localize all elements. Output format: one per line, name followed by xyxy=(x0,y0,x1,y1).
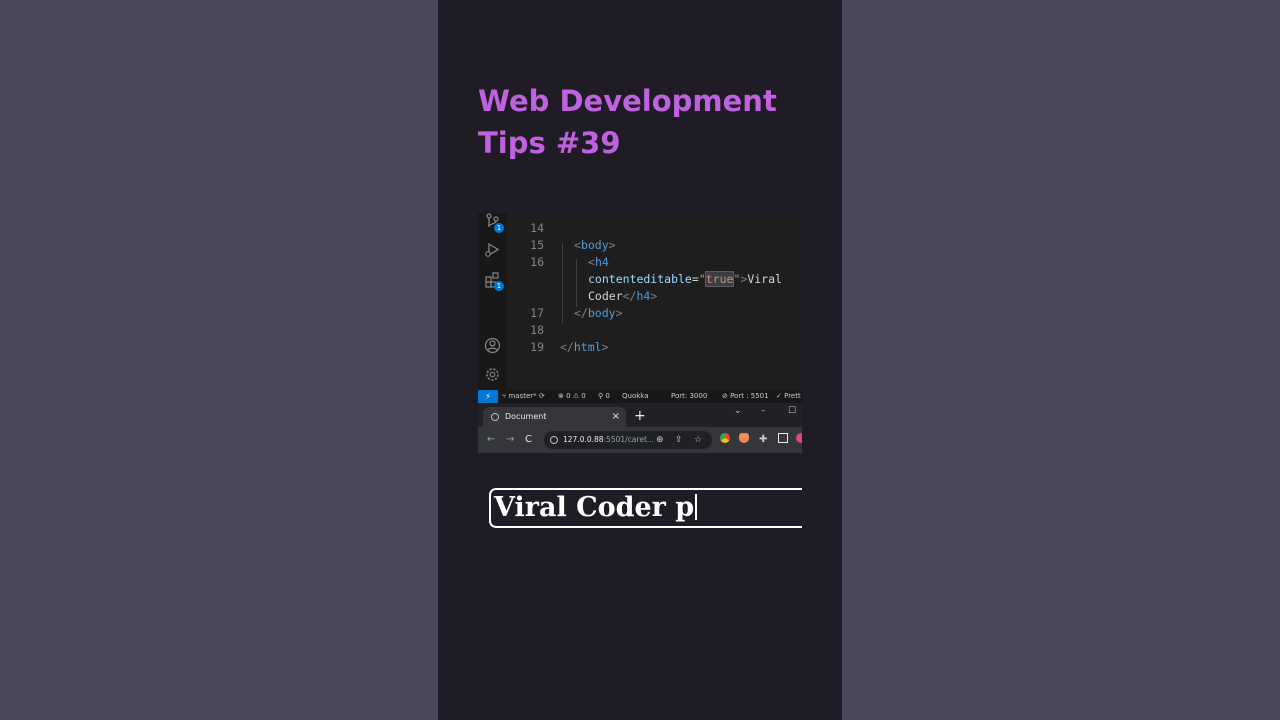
quokka-indicator[interactable]: Quokka xyxy=(622,390,649,403)
extensions-puzzle-icon[interactable]: ✚ xyxy=(759,431,767,449)
code-line-16c: Coder</h4> xyxy=(588,289,657,303)
code-line-19: </html> xyxy=(560,340,609,354)
editor-content[interactable]: 14 15 <body> 16 <h4 contenteditable="tru… xyxy=(507,213,802,390)
line-number-16: 16 xyxy=(530,255,544,269)
frame-edge-mask xyxy=(802,480,842,540)
line-number-17: 17 xyxy=(530,306,544,320)
forward-button[interactable]: → xyxy=(506,427,514,453)
share-icon[interactable]: ⇪ xyxy=(675,431,683,449)
contenteditable-heading-box[interactable]: Viral Coder p xyxy=(489,488,819,528)
activity-bar: 1 1 xyxy=(478,213,507,390)
ports-indicator[interactable]: ⚲ 0 xyxy=(598,390,610,403)
status-bar: ⚡ ⑂ master* ⟳ ⊗ 0 ⚠ 0 ⚲ 0 Quokka Port: 3… xyxy=(478,390,802,403)
close-tab-icon[interactable]: × xyxy=(612,407,620,427)
tab-title: Document xyxy=(505,412,547,421)
back-button[interactable]: ← xyxy=(487,427,495,453)
account-icon[interactable] xyxy=(484,337,501,354)
editable-heading-text[interactable]: Viral Coder p xyxy=(494,493,697,523)
line-number-18: 18 xyxy=(530,323,544,337)
title-line-2: Tips #39 xyxy=(478,126,621,160)
git-branch[interactable]: ⑂ master* ⟳ xyxy=(502,390,545,403)
code-line-17: </body> xyxy=(574,306,623,320)
indent-guide xyxy=(576,259,577,307)
indent-guide xyxy=(562,243,563,323)
text-viral: Viral xyxy=(747,272,782,286)
tag-bracket: </ xyxy=(574,306,588,320)
code-line-16a: <h4 xyxy=(588,255,609,269)
extensions-badge: 1 xyxy=(494,281,504,291)
profile-avatar[interactable] xyxy=(796,433,802,443)
tag-name-h4-close: h4 xyxy=(636,289,651,303)
maximize-icon[interactable]: ☐ xyxy=(788,403,796,419)
extension-icon[interactable] xyxy=(739,433,749,443)
url-path: :5501/caret... xyxy=(603,435,655,444)
reload-button[interactable]: C xyxy=(525,427,532,453)
video-title: Web Development Tips #39 xyxy=(478,80,818,164)
url-text: 127.0.0.88:5501/caret... xyxy=(563,431,654,449)
site-info-icon[interactable] xyxy=(550,436,558,444)
port-3000-indicator[interactable]: Port: 3000 xyxy=(671,390,707,403)
address-bar[interactable]: 127.0.0.88:5501/caret... xyxy=(544,431,712,449)
attr-value-highlighted: true xyxy=(704,271,735,287)
tag-bracket: > xyxy=(615,306,623,320)
tag-name-h4: h4 xyxy=(594,255,609,269)
line-number-14: 14 xyxy=(530,221,544,235)
text-coder: Coder xyxy=(588,289,623,303)
run-debug-icon[interactable] xyxy=(484,241,501,258)
chrome-extension-icon[interactable] xyxy=(720,433,730,443)
tag-bracket: </ xyxy=(622,289,637,303)
tab-search-icon[interactable]: ⌄ xyxy=(734,403,742,419)
remote-indicator[interactable]: ⚡ xyxy=(478,390,498,403)
attr-quote: " xyxy=(698,272,706,286)
tag-name-body: body xyxy=(587,306,616,320)
minimize-icon[interactable]: – xyxy=(761,403,766,419)
globe-icon xyxy=(491,413,499,421)
new-tab-button[interactable]: + xyxy=(634,406,646,426)
url-host: 127.0.0.88 xyxy=(563,435,604,444)
tag-bracket: > xyxy=(601,340,609,354)
tag-bracket: > xyxy=(608,238,616,252)
settings-gear-icon[interactable] xyxy=(484,366,501,383)
zoom-icon[interactable]: ⊕ xyxy=(656,431,664,449)
bookmark-star-icon[interactable]: ☆ xyxy=(694,431,702,449)
tab-strip: Document × + ⌄ – ☐ xyxy=(478,403,802,427)
title-line-1: Web Development xyxy=(478,84,777,118)
line-number-19: 19 xyxy=(530,340,544,354)
port-5501-indicator[interactable]: ⊘ Port : 5501 xyxy=(722,390,769,403)
source-control-icon[interactable]: 1 xyxy=(484,213,504,233)
browser-window: Document × + ⌄ – ☐ ← → C 127.0.0.88:5501… xyxy=(478,403,802,453)
tag-bracket: < xyxy=(574,238,581,252)
heading-text: Viral Coder p xyxy=(494,492,695,523)
code-line-16b: contenteditable="true">Viral xyxy=(588,271,782,287)
text-caret xyxy=(695,494,697,520)
attr-name: contenteditable xyxy=(588,272,692,286)
side-panel-icon[interactable] xyxy=(778,433,788,443)
line-number-15: 15 xyxy=(530,238,544,252)
tag-name-body: body xyxy=(580,238,609,252)
source-control-badge: 1 xyxy=(494,223,504,233)
code-editor-window: 1 1 14 15 <body> 16 <h4 contenteditable=… xyxy=(478,213,802,403)
attr-equals: = xyxy=(691,272,699,286)
tag-bracket: </ xyxy=(560,340,574,354)
right-background xyxy=(842,0,1280,720)
tag-bracket: > xyxy=(650,289,658,303)
prettier-indicator[interactable]: ✓ Prett xyxy=(776,390,801,403)
browser-toolbar: ← → C 127.0.0.88:5501/caret... ⊕ ⇪ ☆ ✚ xyxy=(478,427,802,453)
video-frame: Web Development Tips #39 1 1 14 15 <body… xyxy=(438,0,842,720)
git-branch-label: master* xyxy=(508,392,537,400)
problems-indicator[interactable]: ⊗ 0 ⚠ 0 xyxy=(558,390,586,403)
tag-bracket: < xyxy=(588,255,595,269)
tag-name-html: html xyxy=(573,340,602,354)
extensions-icon[interactable]: 1 xyxy=(484,271,504,291)
tab-document[interactable]: Document × xyxy=(483,407,626,427)
left-background xyxy=(0,0,438,720)
code-line-15: <body> xyxy=(574,238,616,252)
